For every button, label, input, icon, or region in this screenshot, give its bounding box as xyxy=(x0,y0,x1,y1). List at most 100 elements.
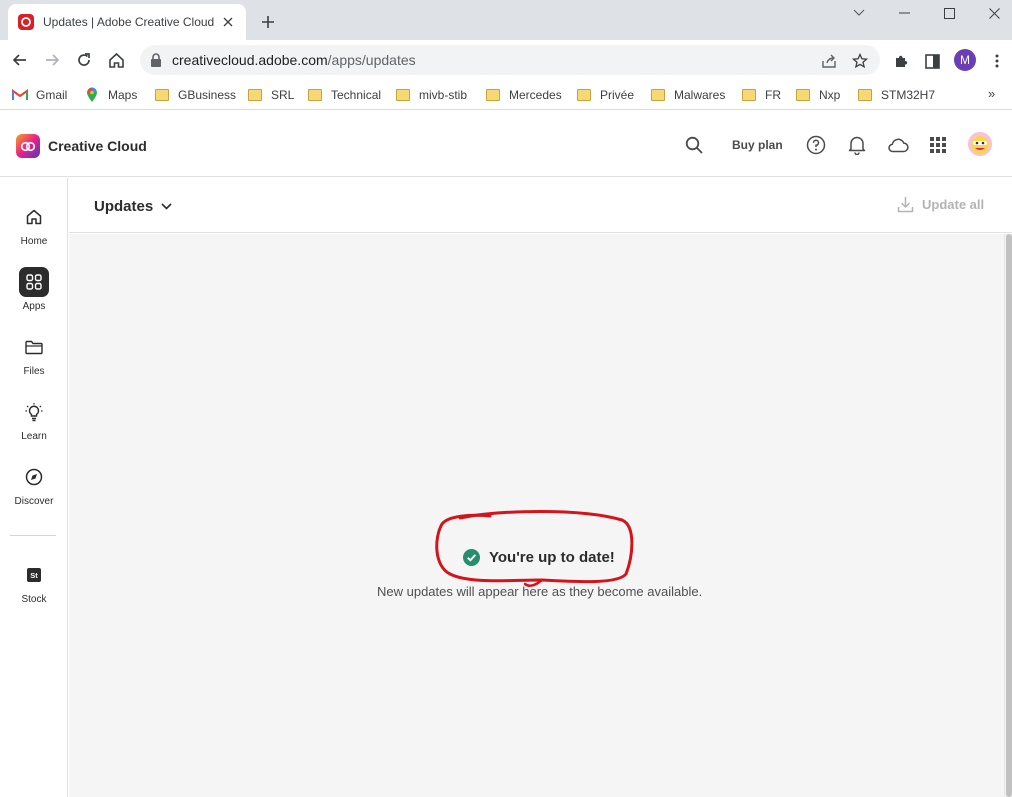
buy-plan-button[interactable]: Buy plan xyxy=(732,138,783,152)
bookmark-label: SRL xyxy=(271,88,295,102)
bookmarks-overflow-chevron-icon[interactable]: » xyxy=(988,86,995,101)
status-title: You're up to date! xyxy=(489,549,615,566)
bookmark-label: Maps xyxy=(108,88,138,102)
new-tab-button[interactable] xyxy=(258,12,278,32)
bookmark-folder-technical[interactable]: Technical xyxy=(307,85,381,105)
help-icon[interactable] xyxy=(805,134,827,156)
scrollbar[interactable] xyxy=(1004,234,1012,797)
bookmark-label: mivb-stib xyxy=(419,88,468,102)
bookmark-folder-gbusiness[interactable]: GBusiness xyxy=(154,85,236,105)
bookmark-label: STM32H7 xyxy=(881,88,936,102)
nav-item-learn[interactable]: Learn xyxy=(0,397,68,455)
nav-label: Stock xyxy=(21,594,47,605)
folder-icon xyxy=(395,87,411,103)
bookmark-folder-mivb-stib[interactable]: mivb-stib xyxy=(395,85,467,105)
page-title: Updates xyxy=(94,198,154,215)
reload-icon[interactable] xyxy=(72,48,96,72)
app-header: Creative Cloud Buy plan xyxy=(0,114,1012,177)
browser-tab-active[interactable]: Updates | Adobe Creative Cloud xyxy=(8,4,246,40)
bookmark-star-icon[interactable] xyxy=(851,52,869,70)
creative-cloud-logo-icon[interactable] xyxy=(16,134,40,158)
side-panel-icon[interactable] xyxy=(923,52,941,70)
tab-strip: Updates | Adobe Creative Cloud xyxy=(0,0,1012,40)
folder-icon xyxy=(19,332,49,362)
bookmark-label: Technical xyxy=(331,88,382,102)
compass-icon xyxy=(19,462,49,492)
search-icon[interactable] xyxy=(683,134,705,156)
kebab-menu-icon[interactable] xyxy=(988,52,1006,70)
share-icon[interactable] xyxy=(820,52,838,70)
side-navigation: Home Apps Files Learn Discover St Stock xyxy=(0,178,68,797)
bookmark-folder-fr[interactable]: FR xyxy=(741,85,781,105)
nav-item-stock[interactable]: St Stock xyxy=(0,560,68,618)
extensions-puzzle-icon[interactable] xyxy=(892,52,910,70)
nav-item-files[interactable]: Files xyxy=(0,332,68,390)
page-subheader: Updates Update all xyxy=(69,178,1012,233)
minimize-window-icon[interactable] xyxy=(882,0,927,26)
folder-icon xyxy=(650,87,666,103)
folder-icon xyxy=(485,87,501,103)
creative-cloud-favicon-icon xyxy=(18,14,34,30)
nav-item-home[interactable]: Home xyxy=(0,202,68,260)
maximize-window-icon[interactable] xyxy=(927,0,972,26)
bookmark-folder-mercedes[interactable]: Mercedes xyxy=(485,85,562,105)
update-all-label: Update all xyxy=(922,197,985,212)
stock-icon: St xyxy=(19,560,49,590)
cloud-storage-icon[interactable] xyxy=(887,134,909,156)
nav-item-apps[interactable]: Apps xyxy=(0,267,68,325)
updates-dropdown[interactable]: Updates xyxy=(94,198,172,215)
folder-icon xyxy=(857,87,873,103)
status-subtitle: New updates will appear here as they bec… xyxy=(377,584,703,599)
download-icon xyxy=(897,196,914,213)
nav-label: Learn xyxy=(21,431,47,442)
tab-close-icon[interactable] xyxy=(220,14,236,30)
bookmark-folder-malwares[interactable]: Malwares xyxy=(650,85,725,105)
folder-icon xyxy=(576,87,592,103)
bookmark-label: Privée xyxy=(600,88,635,102)
update-all-button[interactable]: Update all xyxy=(897,196,984,213)
app-brand-name: Creative Cloud xyxy=(48,138,147,154)
home-icon xyxy=(19,202,49,232)
url-host: creativecloud.adobe.com xyxy=(172,52,328,68)
nav-divider xyxy=(10,535,56,536)
bookmark-label: Gmail xyxy=(36,88,68,102)
folder-icon xyxy=(247,87,263,103)
tab-title: Updates | Adobe Creative Cloud xyxy=(43,15,215,29)
url-path: /apps/updates xyxy=(327,52,416,68)
address-bar[interactable]: creativecloud.adobe.com/apps/updates xyxy=(140,45,880,75)
bookmark-folder-srl[interactable]: SRL xyxy=(247,85,294,105)
notifications-bell-icon[interactable] xyxy=(846,134,868,156)
checkmark-circle-icon xyxy=(463,549,480,566)
user-avatar[interactable] xyxy=(968,132,992,156)
folder-icon xyxy=(154,87,170,103)
tab-search-chevron-icon[interactable] xyxy=(836,0,881,26)
bookmark-label: Nxp xyxy=(819,88,841,102)
bookmark-folder-stm32h7[interactable]: STM32H7 xyxy=(857,85,935,105)
up-to-date-status: You're up to date! xyxy=(463,549,615,566)
stock-badge-text: St xyxy=(30,571,38,580)
close-window-icon[interactable] xyxy=(972,0,1012,26)
app-switcher-grid-icon[interactable] xyxy=(927,134,949,156)
chevron-down-icon xyxy=(161,203,172,210)
nav-item-discover[interactable]: Discover xyxy=(0,462,68,520)
scrollbar-thumb[interactable] xyxy=(1006,234,1012,797)
home-icon[interactable] xyxy=(104,48,128,72)
profile-avatar[interactable]: M xyxy=(954,49,976,71)
nav-label: Discover xyxy=(14,496,54,507)
maps-pin-icon xyxy=(84,87,100,103)
updates-content-area xyxy=(69,234,1004,797)
gmail-icon xyxy=(12,87,28,103)
bookmark-label: Mercedes xyxy=(509,88,562,102)
folder-icon xyxy=(307,87,323,103)
nav-label: Files xyxy=(23,366,45,377)
forward-arrow-icon[interactable] xyxy=(40,48,64,72)
bookmark-folder-privee[interactable]: Privée xyxy=(576,85,634,105)
lock-icon[interactable] xyxy=(150,53,164,67)
lightbulb-icon xyxy=(19,397,49,427)
back-arrow-icon[interactable] xyxy=(8,48,32,72)
bookmark-maps[interactable]: Maps xyxy=(84,85,137,105)
folder-icon xyxy=(741,87,757,103)
bookmark-gmail[interactable]: Gmail xyxy=(12,85,67,105)
bookmark-folder-nxp[interactable]: Nxp xyxy=(795,85,840,105)
bookmark-label: GBusiness xyxy=(178,88,237,102)
